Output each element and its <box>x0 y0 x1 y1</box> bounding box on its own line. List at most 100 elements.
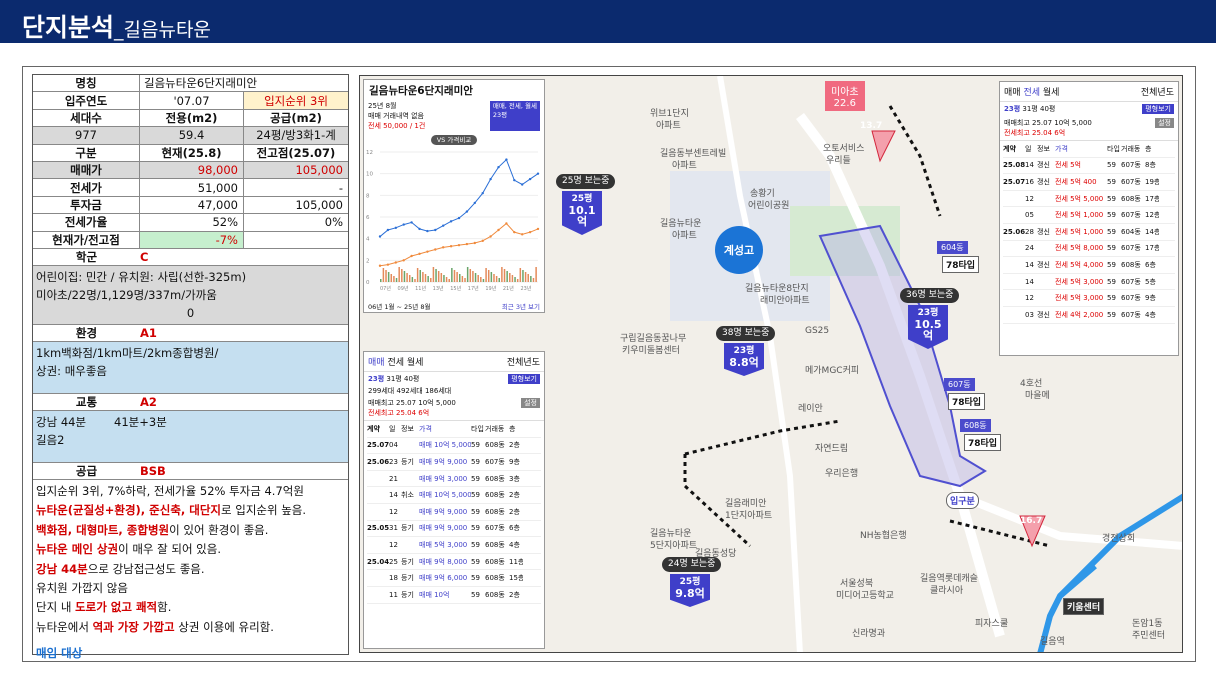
y-tick-label: 0 <box>366 280 370 286</box>
chart-filter[interactable]: 매매, 전세, 월세 23평 <box>489 101 540 131</box>
data-point <box>442 224 445 227</box>
miacho-marker[interactable]: 미아초 22.6 <box>825 81 865 111</box>
table-cell: 전세 5억 1,000 <box>1055 227 1104 236</box>
table-cell: 607동 <box>1121 177 1141 186</box>
volume-bar <box>461 276 464 282</box>
sale-current: 98,000 <box>140 161 244 179</box>
table-cell: 9층 <box>1145 294 1156 303</box>
tab-rent[interactable]: 월세 <box>407 358 424 368</box>
area-view-button[interactable]: 평형보기 <box>508 374 540 384</box>
map-area[interactable]: 위브1단지 아파트 길음동부센트레빌 아파트 길음뉴타운8단지 래미안아파트 길… <box>359 75 1183 653</box>
volume-bar <box>427 276 429 282</box>
area-view-button[interactable]: 평형보기 <box>1142 104 1174 114</box>
year-filter[interactable]: 전체년도 <box>507 355 540 368</box>
area-excl-value: 59.4 <box>140 127 244 144</box>
data-point <box>505 222 508 225</box>
table-cell: 59 <box>1107 260 1116 269</box>
listing-marker[interactable]: 25명 보는중 25평 10.1억 <box>556 174 616 235</box>
table-cell: 05 <box>1025 211 1034 220</box>
ratio-current: 52% <box>140 214 244 231</box>
listing-marker[interactable]: 38명 보는중 23평 8.8억 <box>716 326 776 376</box>
data-point <box>418 252 421 256</box>
table-cell: 21 <box>389 474 398 483</box>
volume-bar <box>411 277 414 282</box>
recent-link[interactable]: 최근 3년 보기 <box>502 301 540 311</box>
listing-marker[interactable]: 36명 보는중 23평 10.5억 <box>900 288 960 349</box>
table-cell: 매매 5억 3,000 <box>419 540 468 549</box>
table-row: 25.07 16 갱신 전세 5억 400 59 607동 19층 <box>1003 174 1175 191</box>
data-point <box>505 158 508 161</box>
volume-bar <box>524 272 527 282</box>
volume-bar <box>482 279 485 282</box>
table-cell: 전세 5억 <box>1055 161 1081 170</box>
tab-rent[interactable]: 월세 <box>1043 88 1060 98</box>
listing-marker[interactable]: 24명 보는중 25평 9.8억 <box>662 557 722 607</box>
rank-badge: 입지순위 3위 <box>244 92 348 109</box>
compare-button[interactable]: VS 가격비교 <box>430 135 478 145</box>
env-grade: A1 <box>140 325 157 340</box>
current-label: 현재(25.8) <box>140 144 244 161</box>
txn-panel-right: 매매 전세 월세 전체년도 23평 31평 40평 평형보기 매매최고 25.0… <box>999 81 1179 356</box>
volume-bar <box>385 270 387 282</box>
tab-sale[interactable]: 매매 <box>368 358 385 368</box>
table-cell: 59 <box>471 491 480 500</box>
volume-bar <box>422 272 424 282</box>
tab-sale[interactable]: 매매 <box>1004 88 1021 98</box>
volume-bar <box>474 273 477 282</box>
table-cell: 607동 <box>1121 310 1141 319</box>
school-marker[interactable]: 계성고 <box>715 226 763 274</box>
volume-bar <box>530 276 532 282</box>
volume-bar <box>440 273 443 282</box>
invest-label: 투자금 <box>33 196 140 214</box>
tab-jeonse[interactable]: 전세 <box>387 358 404 368</box>
type-tag: 78타입 <box>964 434 1002 451</box>
table-cell: 전세 5억 3,000 <box>1055 294 1104 303</box>
volume-bar <box>393 276 395 282</box>
table-cell: 등기 <box>401 457 414 466</box>
volume-bar <box>406 273 408 282</box>
table-row: 14 취소 매매 10억 5,000 59 608동 2층 <box>367 487 541 504</box>
x-tick-label: 23년 <box>520 285 531 292</box>
table-cell: 607동 <box>1121 277 1141 286</box>
table-cell: 59 <box>1107 277 1116 286</box>
complex-name: 길음뉴타운6단지래미안 <box>144 76 258 91</box>
table-cell: 매매 9억 6,000 <box>419 574 468 583</box>
data-point <box>434 248 437 251</box>
households-value: 977 <box>33 127 140 144</box>
year-filter[interactable]: 전체년도 <box>1141 85 1174 98</box>
table-cell: 정보 <box>1037 144 1050 153</box>
table-cell: 607동 <box>485 524 505 533</box>
table-row: 25.04 25 등기 매매 9억 8,000 59 608동 11층 <box>367 554 541 571</box>
table-cell: 거래동 <box>485 424 505 433</box>
table-cell: 17층 <box>1145 194 1159 203</box>
volume-bar <box>395 278 398 282</box>
settings-button[interactable]: 설정 <box>1155 118 1174 128</box>
school-grade: C <box>140 249 149 264</box>
table-row: 12 전세 5억 3,000 59 607동 9층 <box>1003 290 1175 307</box>
data-point <box>402 259 405 262</box>
table-cell: 608동 <box>485 507 505 516</box>
volume-bar <box>448 279 450 282</box>
table-cell: 608동 <box>485 474 505 483</box>
table-row: 14 갱신 전세 5억 4,000 59 608동 6층 <box>1003 257 1175 274</box>
data-point <box>457 216 461 220</box>
tri2-value: 16.7 <box>1020 516 1043 526</box>
table-cell: 갱신 <box>1037 161 1050 170</box>
table-cell: 매매 9억 3,000 <box>419 474 468 483</box>
invest-current: 47,000 <box>140 196 244 214</box>
y-tick-label: 4 <box>366 237 370 243</box>
volume-bar <box>380 279 382 282</box>
y-tick-label: 10 <box>366 172 373 178</box>
settings-button[interactable]: 설정 <box>521 398 540 408</box>
volume-bar <box>443 275 445 282</box>
table-cell: 25.06 <box>1003 227 1025 236</box>
table-cell: 59 <box>471 590 480 599</box>
table-cell: 59 <box>1107 161 1116 170</box>
page-title: 단지분석 <box>22 13 115 42</box>
data-point <box>378 235 382 238</box>
subway-line-tag: 키움센터 <box>1063 598 1105 615</box>
tab-jeonse[interactable]: 전세 <box>1023 88 1040 98</box>
table-cell: 59 <box>471 540 480 549</box>
volume-bar <box>490 272 493 282</box>
table-cell: 25.07 <box>367 441 389 450</box>
